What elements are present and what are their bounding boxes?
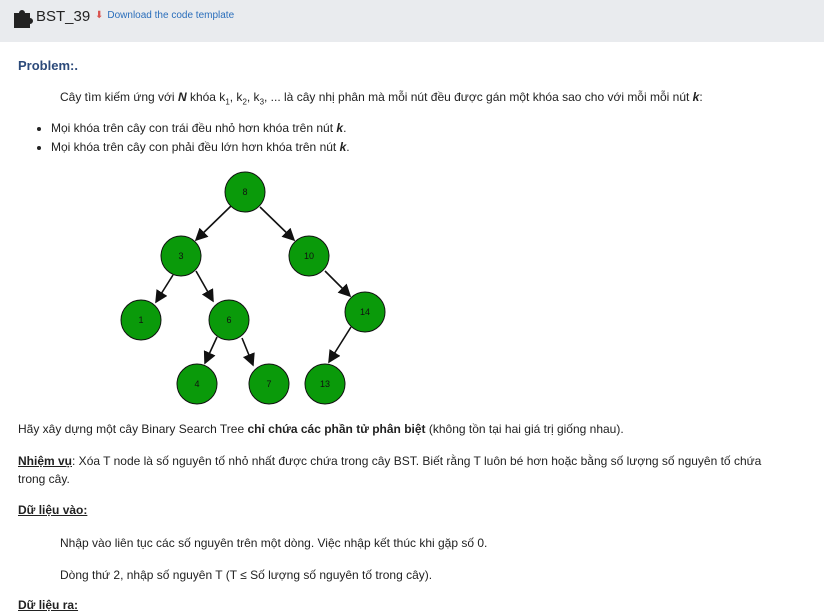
tree-node: 10 — [288, 235, 330, 277]
tree-node: 8 — [224, 171, 266, 213]
svg-text:10: 10 — [304, 251, 314, 261]
list-item: Mọi khóa trên cây con phải đều lớn hơn k… — [51, 140, 350, 154]
download-icon: ⬇ — [95, 10, 104, 21]
tree-node: 4 — [176, 363, 218, 405]
svg-text:1: 1 — [138, 315, 143, 325]
tree-node: 1 — [120, 299, 162, 341]
problem-title: BST_39 — [36, 8, 91, 25]
rule-list: Mọi khóa trên cây con trái đều nhỏ hơn k… — [34, 121, 350, 159]
svg-text:13: 13 — [320, 379, 330, 389]
svg-text:8: 8 — [242, 187, 247, 197]
tree-edges — [155, 205, 352, 367]
task-label: Nhiệm vụ — [18, 454, 73, 468]
bst-instruction: Hãy xây dựng một cây Binary Search Tree … — [18, 422, 624, 436]
download-link-label: Download the code template — [107, 10, 235, 21]
input-line-2: Dòng thứ 2, nhập số nguyên T (T ≤ Số lượ… — [60, 568, 433, 582]
svg-text:3: 3 — [178, 251, 183, 261]
input-line-1: Nhập vào liên tục các số nguyên trên một… — [60, 536, 488, 550]
task-paragraph: Nhiệm vụ: Xóa T node là số nguyên tố nhỏ… — [18, 454, 762, 486]
download-template-link[interactable]: ⬇ Download the code template — [95, 10, 234, 21]
top-bar: BST_39 ⬇ Download the code template — [0, 0, 824, 42]
tree-node: 3 — [160, 235, 202, 277]
input-heading: Dữ liệu vào: — [18, 503, 88, 517]
tree-nodes: 8 3 10 1 6 14 4 7 13 — [120, 171, 386, 405]
tree-node: 13 — [304, 363, 346, 405]
svg-text:14: 14 — [360, 307, 370, 317]
svg-text:7: 7 — [266, 379, 271, 389]
list-item: Mọi khóa trên cây con trái đều nhỏ hơn k… — [51, 121, 350, 135]
tree-node: 6 — [208, 299, 250, 341]
svg-text:4: 4 — [194, 379, 199, 389]
intro-paragraph: Cây tìm kiếm ứng với N khóa k1, k2, k3, … — [60, 90, 703, 107]
svg-text:6: 6 — [226, 315, 231, 325]
tree-node: 7 — [248, 363, 290, 405]
puzzle-icon — [14, 10, 33, 28]
bst-diagram: 8 3 10 1 6 14 4 7 13 — [120, 171, 386, 405]
problem-heading: Problem:. — [18, 58, 78, 73]
tree-node: 14 — [344, 291, 386, 333]
